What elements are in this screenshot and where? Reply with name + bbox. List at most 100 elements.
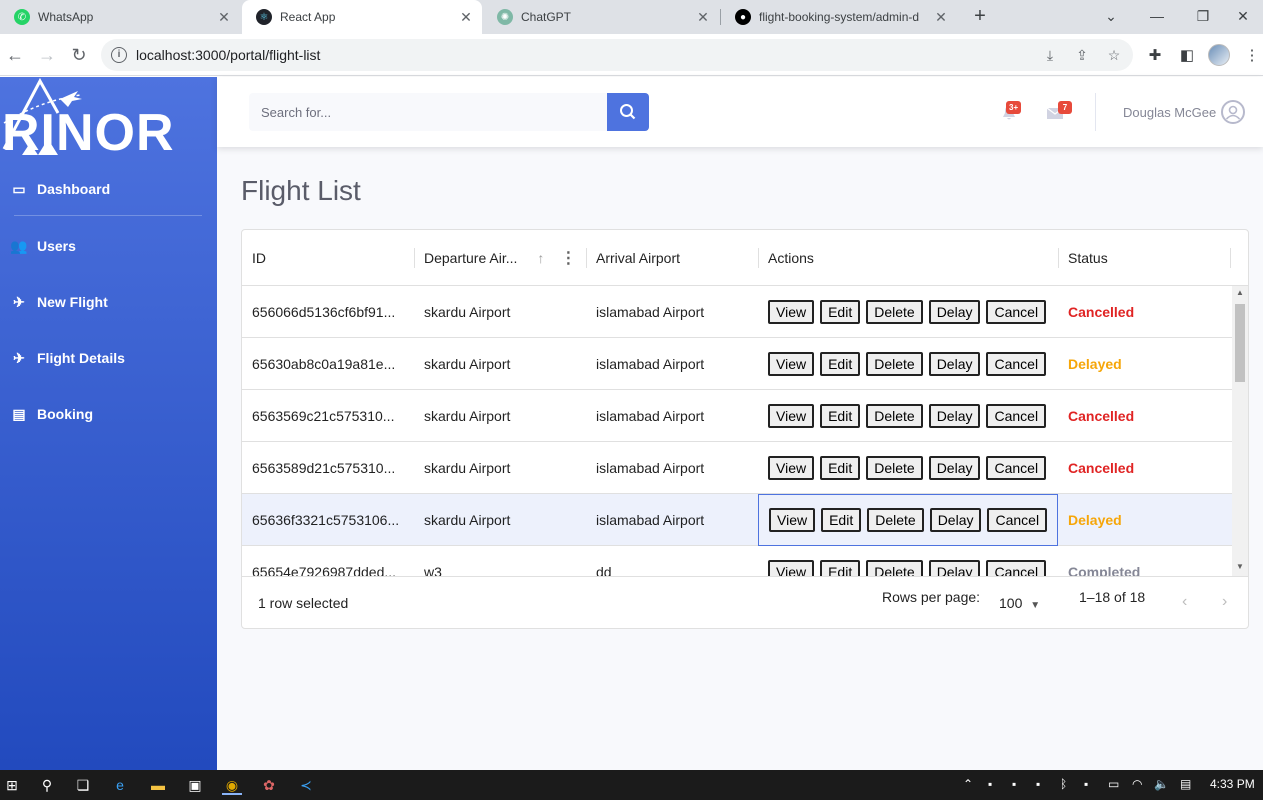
next-page-button[interactable]: › xyxy=(1222,593,1227,611)
edit-button[interactable]: Edit xyxy=(820,300,861,324)
cell-departure[interactable]: skardu Airport xyxy=(414,494,586,546)
view-button[interactable]: View xyxy=(768,560,815,576)
vertical-scrollbar[interactable]: ▲ ▼ xyxy=(1232,286,1248,576)
cell-id[interactable]: 6563569c21c575310... xyxy=(242,390,414,442)
cancel-button[interactable]: Cancel xyxy=(986,456,1047,480)
table-row[interactable]: 6563589d21c575310... skardu Airport islama… xyxy=(242,442,1232,494)
cell-departure[interactable]: skardu Airport xyxy=(414,286,586,338)
view-button[interactable]: View xyxy=(769,508,816,532)
tab-chatgpt[interactable]: ✺ ChatGPT ✕ xyxy=(483,0,719,34)
view-button[interactable]: View xyxy=(768,300,815,324)
cell-status[interactable]: Cancelled xyxy=(1058,286,1230,338)
sidebar-item-flight-details[interactable]: ✈ Flight Details xyxy=(0,344,217,372)
sort-arrow-up-icon[interactable]: ↑ xyxy=(537,250,544,266)
edit-button[interactable]: Edit xyxy=(821,508,862,532)
show-hidden-icons[interactable]: ⌃ xyxy=(963,777,973,791)
cell-status[interactable]: Cancelled xyxy=(1058,390,1230,442)
column-header-id[interactable]: ID xyxy=(242,230,414,286)
delay-button[interactable]: Delay xyxy=(928,300,981,324)
cancel-button[interactable]: Cancel xyxy=(986,560,1047,576)
column-separator[interactable] xyxy=(1230,248,1231,268)
column-header-departure[interactable]: Departure Air... ↑ ⋮ xyxy=(414,230,586,286)
cell-id[interactable]: 65636f3321c5753106... xyxy=(242,494,414,546)
cell-departure[interactable]: skardu Airport xyxy=(414,390,586,442)
delete-button[interactable]: Delete xyxy=(866,560,923,576)
cell-departure[interactable]: skardu Airport xyxy=(414,338,586,390)
sidebar-item-users[interactable]: 👥 Users xyxy=(0,232,217,260)
cell-arrival[interactable]: dd xyxy=(586,546,758,576)
cell-arrival[interactable]: islamabad Airport xyxy=(586,494,758,546)
cell-actions[interactable]: View Edit Delete Delay Cancel xyxy=(758,442,1058,494)
sidebar-item-booking[interactable]: ▤ Booking xyxy=(0,400,217,428)
edge-icon[interactable]: e xyxy=(110,775,130,795)
url-text[interactable]: localhost:3000/portal/flight-list xyxy=(136,47,320,63)
close-icon[interactable]: ✕ xyxy=(216,9,232,26)
minimize-button[interactable]: — xyxy=(1134,0,1180,34)
view-button[interactable]: View xyxy=(768,456,815,480)
menu-kebab-icon[interactable]: ⋮ xyxy=(1243,47,1261,65)
delay-button[interactable]: Delay xyxy=(928,456,981,480)
edit-button[interactable]: Edit xyxy=(820,456,861,480)
column-header-actions[interactable]: Actions xyxy=(758,230,1058,286)
extensions-icon[interactable]: ✚ xyxy=(1146,47,1164,65)
notifications-icon[interactable]: ▤ xyxy=(1180,777,1191,791)
delete-button[interactable]: Delete xyxy=(866,456,923,480)
share-icon[interactable]: ⇪ xyxy=(1073,46,1091,64)
table-row[interactable]: 6563569c21c575310... skardu Airport islama… xyxy=(242,390,1232,442)
cell-status[interactable]: Completed xyxy=(1058,546,1230,576)
battery-icon[interactable]: ▭ xyxy=(1108,777,1119,791)
close-icon[interactable]: ✕ xyxy=(933,9,949,26)
tray-app-icon[interactable]: ▪ xyxy=(1036,777,1040,791)
volume-icon[interactable]: 🔈 xyxy=(1154,777,1169,791)
cancel-button[interactable]: Cancel xyxy=(986,300,1047,324)
scroll-up-icon[interactable]: ▲ xyxy=(1236,288,1244,297)
install-icon[interactable]: ⤓ xyxy=(1041,46,1059,64)
bookmark-star-icon[interactable]: ☆ xyxy=(1105,46,1123,64)
tab-whatsapp[interactable]: ✆ WhatsApp ✕ xyxy=(0,0,240,34)
delay-button[interactable]: Delay xyxy=(928,352,981,376)
delete-button[interactable]: Delete xyxy=(866,300,923,324)
tray-app-icon[interactable]: ▪ xyxy=(1084,777,1088,791)
delay-button[interactable]: Delay xyxy=(928,560,981,576)
cell-arrival[interactable]: islamabad Airport xyxy=(586,442,758,494)
edit-button[interactable]: Edit xyxy=(820,352,861,376)
url-bar[interactable]: i localhost:3000/portal/flight-list ⤓ ⇪ … xyxy=(101,39,1133,71)
back-icon[interactable]: ← xyxy=(3,43,27,67)
table-row[interactable]: 65636f3321c5753106... skardu Airport islam… xyxy=(242,494,1232,546)
delete-button[interactable]: Delete xyxy=(867,508,924,532)
rows-per-page-select[interactable]: 100 ▼ xyxy=(999,595,1040,611)
sidebar-item-new-flight[interactable]: ✈ New Flight xyxy=(0,288,217,316)
chrome-icon[interactable]: ◉ xyxy=(222,775,242,795)
user-avatar-icon[interactable] xyxy=(1221,100,1245,124)
scroll-down-icon[interactable]: ▼ xyxy=(1236,562,1244,571)
cell-status[interactable]: Delayed xyxy=(1058,338,1230,390)
cell-actions[interactable]: View Edit Delete Delay Cancel xyxy=(758,338,1058,390)
sidebar-item-dashboard[interactable]: ▭ Dashboard xyxy=(0,175,217,203)
cell-arrival[interactable]: islamabad Airport xyxy=(586,338,758,390)
store-icon[interactable]: ▣ xyxy=(185,775,205,795)
tab-react-app[interactable]: ⚛ React App ✕ xyxy=(242,0,482,34)
cancel-button[interactable]: Cancel xyxy=(986,352,1047,376)
tab-github[interactable]: ● flight-booking-system/admin-d ✕ xyxy=(721,0,957,34)
bluetooth-icon[interactable]: ᛒ xyxy=(1060,777,1067,791)
reload-icon[interactable]: ↻ xyxy=(67,43,91,67)
cell-status[interactable]: Delayed xyxy=(1058,494,1230,546)
cell-id[interactable]: 65654e7926987dded... xyxy=(242,546,414,576)
cell-status[interactable]: Cancelled xyxy=(1058,442,1230,494)
view-button[interactable]: View xyxy=(768,352,815,376)
cell-arrival[interactable]: islamabad Airport xyxy=(586,390,758,442)
search-button[interactable] xyxy=(607,93,649,131)
close-icon[interactable]: ✕ xyxy=(695,9,711,26)
cell-actions[interactable]: View Edit Delete Delay Cancel xyxy=(758,546,1058,576)
delay-button[interactable]: Delay xyxy=(928,404,981,428)
cell-arrival[interactable]: islamabad Airport xyxy=(586,286,758,338)
cell-actions[interactable]: View Edit Delete Delay Cancel xyxy=(758,286,1058,338)
cell-departure[interactable]: w3 xyxy=(414,546,586,576)
brand-logo[interactable]: RINOR xyxy=(0,77,217,162)
view-button[interactable]: View xyxy=(768,404,815,428)
cancel-button[interactable]: Cancel xyxy=(987,508,1048,532)
cell-id[interactable]: 6563589d21c575310... xyxy=(242,442,414,494)
cell-departure[interactable]: skardu Airport xyxy=(414,442,586,494)
task-view-icon[interactable]: ❏ xyxy=(73,775,93,795)
vscode-icon[interactable]: ≺ xyxy=(296,775,316,795)
